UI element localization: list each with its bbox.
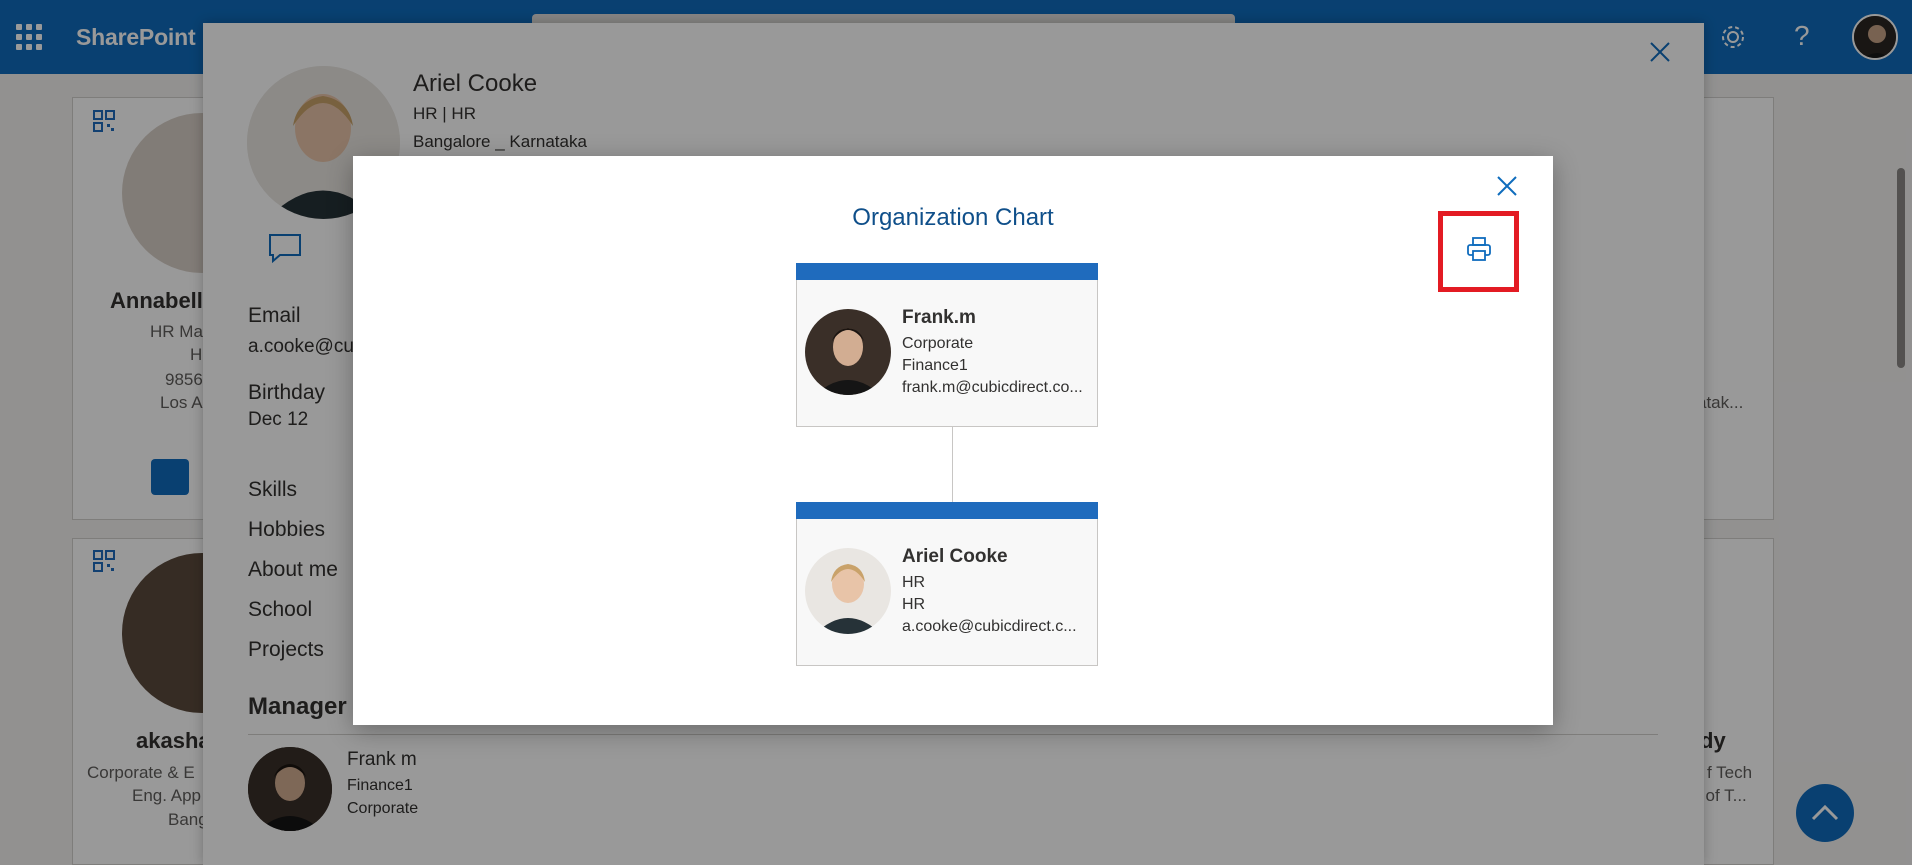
close-icon[interactable] — [1495, 174, 1519, 198]
node-line: Corporate — [902, 335, 974, 352]
node-name: Ariel Cooke — [902, 546, 1008, 567]
node-photo — [805, 548, 891, 634]
node-header-bar — [796, 502, 1098, 519]
org-chart-dialog: Organization Chart Frank.m Corporate Fin… — [353, 156, 1553, 725]
node-line: Finance1 — [902, 357, 968, 374]
node-email: a.cooke@cubicdirect.c... — [902, 618, 1077, 635]
print-button[interactable] — [1438, 211, 1519, 292]
node-line: HR — [902, 574, 926, 591]
node-line: HR — [902, 596, 926, 613]
org-node[interactable]: Ariel Cooke HR HR a.cooke@cubicdirect.c.… — [796, 502, 1098, 666]
org-connector — [952, 427, 953, 503]
node-photo — [805, 309, 891, 395]
dialog-title: Organization Chart — [852, 204, 1054, 231]
node-header-bar — [796, 263, 1098, 280]
printer-icon — [1465, 235, 1493, 268]
node-email: frank.m@cubicdirect.co... — [902, 379, 1083, 396]
org-node[interactable]: Frank.m Corporate Finance1 frank.m@cubic… — [796, 263, 1098, 427]
node-name: Frank.m — [902, 307, 976, 328]
